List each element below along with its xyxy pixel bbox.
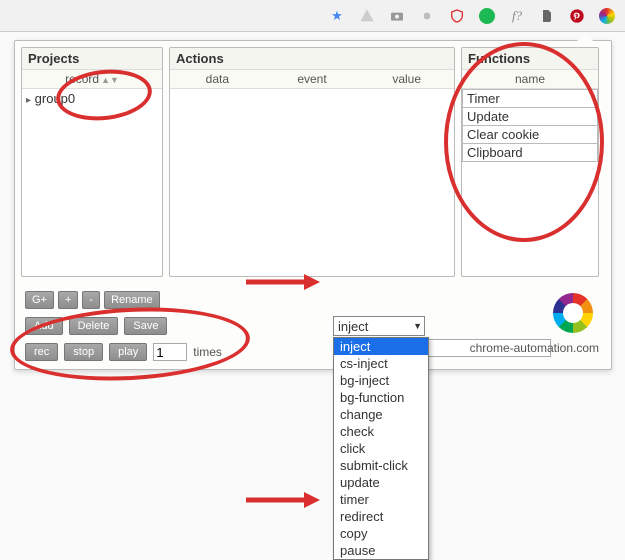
functions-panel: Functions name Timer Update Clear cookie… [461, 47, 599, 277]
chevron-down-icon: ▼ [413, 321, 422, 331]
shield-icon[interactable] [449, 8, 465, 24]
add-button[interactable]: + [58, 291, 78, 309]
project-label: group0 [35, 91, 75, 106]
inject-option[interactable]: cs-inject [334, 355, 428, 372]
add-action-button[interactable]: Add [25, 317, 63, 335]
projects-header[interactable]: record▲▼ [22, 70, 162, 89]
actions-panel: Actions data event value [169, 47, 455, 277]
functions-title: Functions [462, 48, 598, 70]
grammarly-icon[interactable] [479, 8, 495, 24]
rec-button[interactable]: rec [25, 343, 58, 361]
chrome-automation-logo-icon [553, 293, 593, 333]
annotation-arrow-pause [246, 488, 320, 512]
inject-option[interactable]: click [334, 440, 428, 457]
inject-option[interactable]: timer [334, 491, 428, 508]
projects-title: Projects [22, 48, 162, 70]
inject-select-wrap: inject ▼ inject cs-inject bg-inject bg-f… [333, 316, 425, 336]
drive-icon[interactable] [359, 8, 375, 24]
inject-option[interactable]: change [334, 406, 428, 423]
inject-selected-label: inject [338, 319, 368, 334]
project-row[interactable]: group0 [22, 89, 162, 108]
inject-option[interactable]: submit-click [334, 457, 428, 474]
pinterest-icon[interactable] [569, 8, 585, 24]
inject-select[interactable]: inject ▼ [333, 316, 425, 336]
inject-option[interactable]: bg-inject [334, 372, 428, 389]
gplus-button[interactable]: G+ [25, 291, 54, 309]
delete-action-button[interactable]: Delete [69, 317, 119, 335]
inject-dropdown: inject cs-inject bg-inject bg-function c… [333, 337, 429, 560]
actions-header-row: data event value [170, 70, 454, 89]
inject-option[interactable]: update [334, 474, 428, 491]
functions-header[interactable]: name [462, 70, 598, 89]
inject-option[interactable]: pause [334, 542, 428, 559]
function-row[interactable]: Clear cookie [463, 126, 598, 144]
bookmark-star-icon[interactable]: ★ [329, 8, 345, 24]
function-row[interactable]: Clipboard [463, 144, 598, 162]
panels-row: Projects record▲▼ group0 Actions data ev… [15, 41, 611, 283]
inject-option[interactable]: inject [334, 338, 428, 355]
projects-header-label: record [65, 72, 99, 86]
sort-icon: ▲▼ [101, 75, 119, 85]
f-question-icon[interactable]: f? [509, 8, 525, 24]
function-row[interactable]: Timer [463, 90, 598, 108]
stop-button[interactable]: stop [64, 343, 103, 361]
inject-option[interactable]: redirect [334, 508, 428, 525]
actions-col-event[interactable]: event [265, 70, 360, 88]
extension-popup: Projects record▲▼ group0 Actions data ev… [14, 40, 612, 370]
inject-option[interactable]: check [334, 423, 428, 440]
save-action-button[interactable]: Save [124, 317, 167, 335]
browser-toolbar: ★ f? [0, 0, 625, 32]
colorwheel-icon[interactable] [599, 8, 615, 24]
times-label: times [193, 345, 222, 359]
record-dot-icon[interactable] [419, 8, 435, 24]
repeat-count-input[interactable] [153, 343, 187, 361]
actions-col-data[interactable]: data [170, 70, 265, 88]
inject-option[interactable]: copy [334, 525, 428, 542]
rename-button[interactable]: Rename [104, 291, 160, 309]
remove-button[interactable]: - [82, 291, 100, 309]
site-link[interactable]: chrome-automation.com [470, 341, 599, 355]
evernote-icon[interactable] [539, 8, 555, 24]
actions-title: Actions [170, 48, 454, 70]
camera-icon[interactable] [389, 8, 405, 24]
projects-panel: Projects record▲▼ group0 [21, 47, 163, 277]
project-ops-bar: G+ + - Rename [25, 291, 160, 309]
crud-bar: Add Delete Save [25, 317, 167, 335]
inject-option[interactable]: bg-function [334, 389, 428, 406]
play-button[interactable]: play [109, 343, 147, 361]
functions-table: Timer Update Clear cookie Clipboard [462, 89, 598, 162]
recorder-bar: rec stop play times [25, 343, 222, 361]
actions-col-value[interactable]: value [359, 70, 454, 88]
function-row[interactable]: Update [463, 108, 598, 126]
